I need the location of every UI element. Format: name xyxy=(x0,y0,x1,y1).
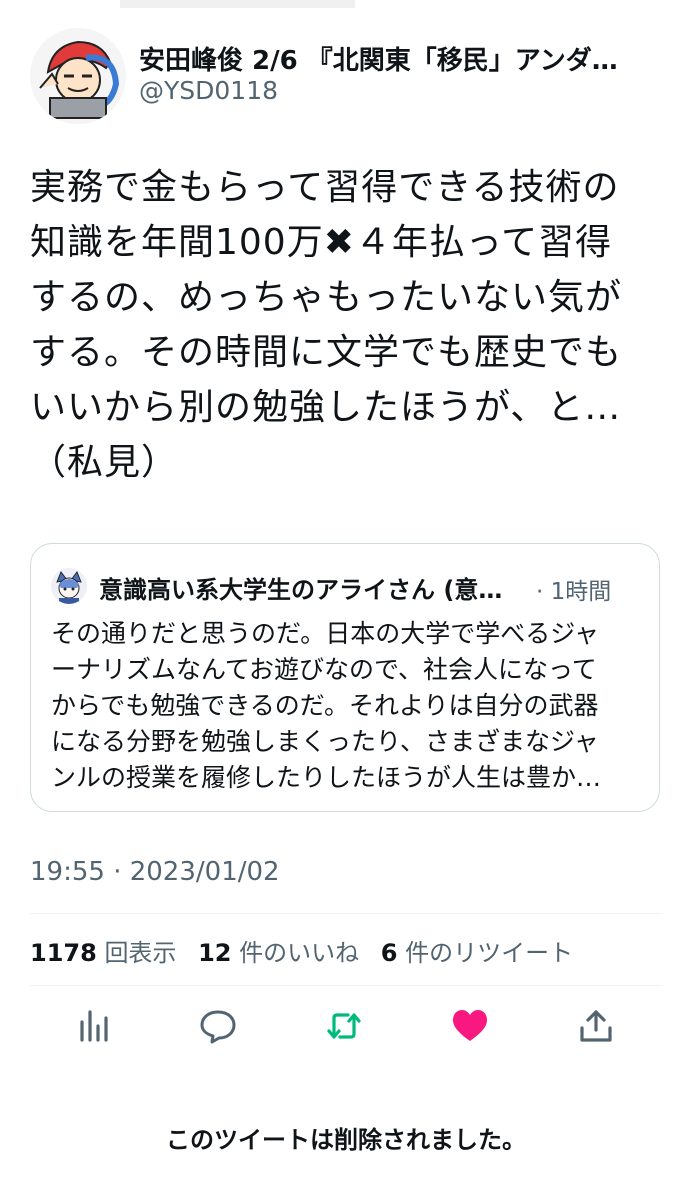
engagement-stats: 1178 回表示 12 件のいいね 6 件のリツイート xyxy=(30,933,587,968)
retweets-stat[interactable]: 6 件のリツイート xyxy=(381,939,573,967)
tweet-text-line: するの、めっちゃもったいない気が xyxy=(30,277,623,318)
tweet-text-line: （私見） xyxy=(30,442,179,483)
avatar-illustration-icon xyxy=(30,28,126,124)
divider xyxy=(30,985,662,986)
tweet-text-line: いいから別の勉強したほうが、と… xyxy=(30,387,622,428)
quoted-text-line: ーナリズムなんてお遊びなので、社会人になって xyxy=(51,655,597,684)
analytics-button[interactable] xyxy=(76,1008,112,1044)
quoted-tweet-text: その通りだと思うのだ。日本の大学で学べるジャ ーナリズムなんてお遊びなので、社会… xyxy=(51,616,651,796)
like-icon xyxy=(453,1010,487,1041)
quoted-text-line: その通りだと思うのだ。日本の大学で学べるジャ xyxy=(51,619,600,648)
author-display-name[interactable]: 安田峰俊 2/6 『北関東「移民」アンダ… xyxy=(139,40,659,77)
retweet-button[interactable] xyxy=(326,1008,362,1044)
quoted-tweet-card[interactable]: 意識高い系大学生のアライさん (意… · 1時間 その通りだと思うのだ。日本の大… xyxy=(30,543,660,812)
views-label: 回表示 xyxy=(104,939,177,967)
deleted-tweet-notice: このツイートは削除されました。 xyxy=(166,1126,526,1154)
tweet-text: 実務で金もらって習得できる技術の 知識を年間100万✖４年払って習得 するの、め… xyxy=(30,160,670,490)
retweets-count: 6 xyxy=(380,939,398,967)
reply-icon xyxy=(200,1010,236,1044)
quoted-tweet-time: · 1時間 xyxy=(536,579,612,605)
quoted-text-line: ンルの授業を履修したりしたほうが人生は豊か… xyxy=(51,763,602,792)
likes-count: 12 xyxy=(198,939,232,967)
author-handle[interactable]: @YSD0118 xyxy=(139,76,278,105)
quoted-text-line: になる分野を勉強しまくったり、さまざまなジャ xyxy=(51,727,599,756)
likes-label: 件のいいね xyxy=(239,939,360,967)
like-button[interactable] xyxy=(452,1008,488,1044)
tweet-text-line: する。その時間に文学でも歴史でも xyxy=(30,332,623,373)
likes-stat[interactable]: 12 件のいいね xyxy=(198,939,359,967)
tweet-text-line: 知識を年間100万✖４年払って習得 xyxy=(30,222,613,263)
quoted-text-line: からでも勉強できるのだ。それよりは自分の武器 xyxy=(51,691,599,720)
share-button[interactable] xyxy=(578,1008,614,1044)
tweet-text-line: 実務で金もらって習得できる技術の xyxy=(30,167,620,208)
tweet-timestamp[interactable]: 19:55 · 2023/01/02 xyxy=(30,857,280,887)
quoted-author-name[interactable]: 意識高い系大学生のアライさん (意… xyxy=(99,570,519,605)
retweets-label: 件のリツイート xyxy=(405,939,574,967)
views-count: 1178 xyxy=(30,939,97,967)
reply-button[interactable] xyxy=(200,1008,236,1044)
top-edge-strip xyxy=(120,0,355,8)
analytics-icon xyxy=(80,1010,108,1042)
quoted-avatar-illustration-icon xyxy=(51,568,87,604)
share-icon xyxy=(580,1010,612,1042)
author-avatar[interactable] xyxy=(30,28,126,124)
views-stat[interactable]: 1178 回表示 xyxy=(30,939,176,967)
quoted-author-avatar[interactable] xyxy=(51,568,87,604)
divider xyxy=(30,913,662,914)
retweet-icon xyxy=(327,1013,361,1039)
